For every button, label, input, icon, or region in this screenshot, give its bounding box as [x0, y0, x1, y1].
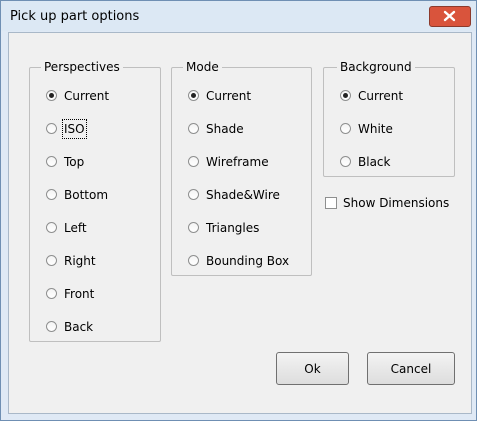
cancel-button[interactable]: Cancel — [367, 352, 455, 385]
radio-button[interactable] — [46, 288, 57, 299]
radio-button[interactable] — [188, 156, 199, 167]
radio-label: Bounding Box — [206, 254, 290, 268]
radio-label: Triangles — [206, 221, 260, 235]
radio-label: Right — [64, 254, 96, 268]
radio-label: Left — [64, 221, 87, 235]
radio-label: Black — [358, 155, 391, 169]
radio-button[interactable] — [340, 123, 351, 134]
radio-button-checked[interactable] — [340, 90, 351, 101]
close-button[interactable] — [429, 6, 471, 27]
perspectives-legend: Perspectives — [41, 60, 123, 74]
radio-button[interactable] — [46, 123, 57, 134]
radio-button[interactable] — [340, 156, 351, 167]
radio-label: Wireframe — [206, 155, 269, 169]
radio-button[interactable] — [188, 255, 199, 266]
radio-label: Current — [358, 89, 404, 103]
radio-label: Current — [206, 89, 252, 103]
radio-button[interactable] — [188, 189, 199, 200]
mode-group: Mode Current Shade Wireframe Shade&Wire … — [171, 60, 312, 276]
window-title: Pick up part options — [10, 9, 140, 24]
radio-label: Front — [64, 287, 95, 301]
radio-label: ISO — [62, 119, 87, 139]
radio-button-checked[interactable] — [188, 90, 199, 101]
perspectives-group: Perspectives Current ISO Top Bottom Left — [29, 60, 161, 342]
radio-label: Top — [64, 155, 85, 169]
radio-button[interactable] — [46, 156, 57, 167]
radio-button-checked[interactable] — [46, 90, 57, 101]
radio-button[interactable] — [188, 123, 199, 134]
dialog-client-area: Perspectives Current ISO Top Bottom Left — [8, 32, 472, 414]
radio-label: Bottom — [64, 188, 109, 202]
radio-button[interactable] — [46, 222, 57, 233]
close-icon — [443, 10, 456, 22]
radio-label: Current — [64, 89, 110, 103]
show-dimensions-label: Show Dimensions — [343, 196, 450, 210]
title-bar[interactable]: Pick up part options — [1, 1, 476, 31]
radio-label: Shade&Wire — [206, 188, 280, 202]
background-legend: Background — [337, 60, 415, 74]
checkbox-box[interactable] — [325, 197, 337, 209]
radio-label: Back — [64, 320, 94, 334]
radio-label: White — [358, 122, 393, 136]
radio-button[interactable] — [46, 255, 57, 266]
background-group: Background Current White Black — [323, 60, 455, 177]
radio-button[interactable] — [46, 321, 57, 332]
dialog-window: Pick up part options Perspectives Curren… — [0, 0, 477, 421]
radio-button[interactable] — [46, 189, 57, 200]
ok-button[interactable]: Ok — [276, 352, 349, 385]
radio-label: Shade — [206, 122, 244, 136]
radio-button[interactable] — [188, 222, 199, 233]
mode-legend: Mode — [183, 60, 222, 74]
